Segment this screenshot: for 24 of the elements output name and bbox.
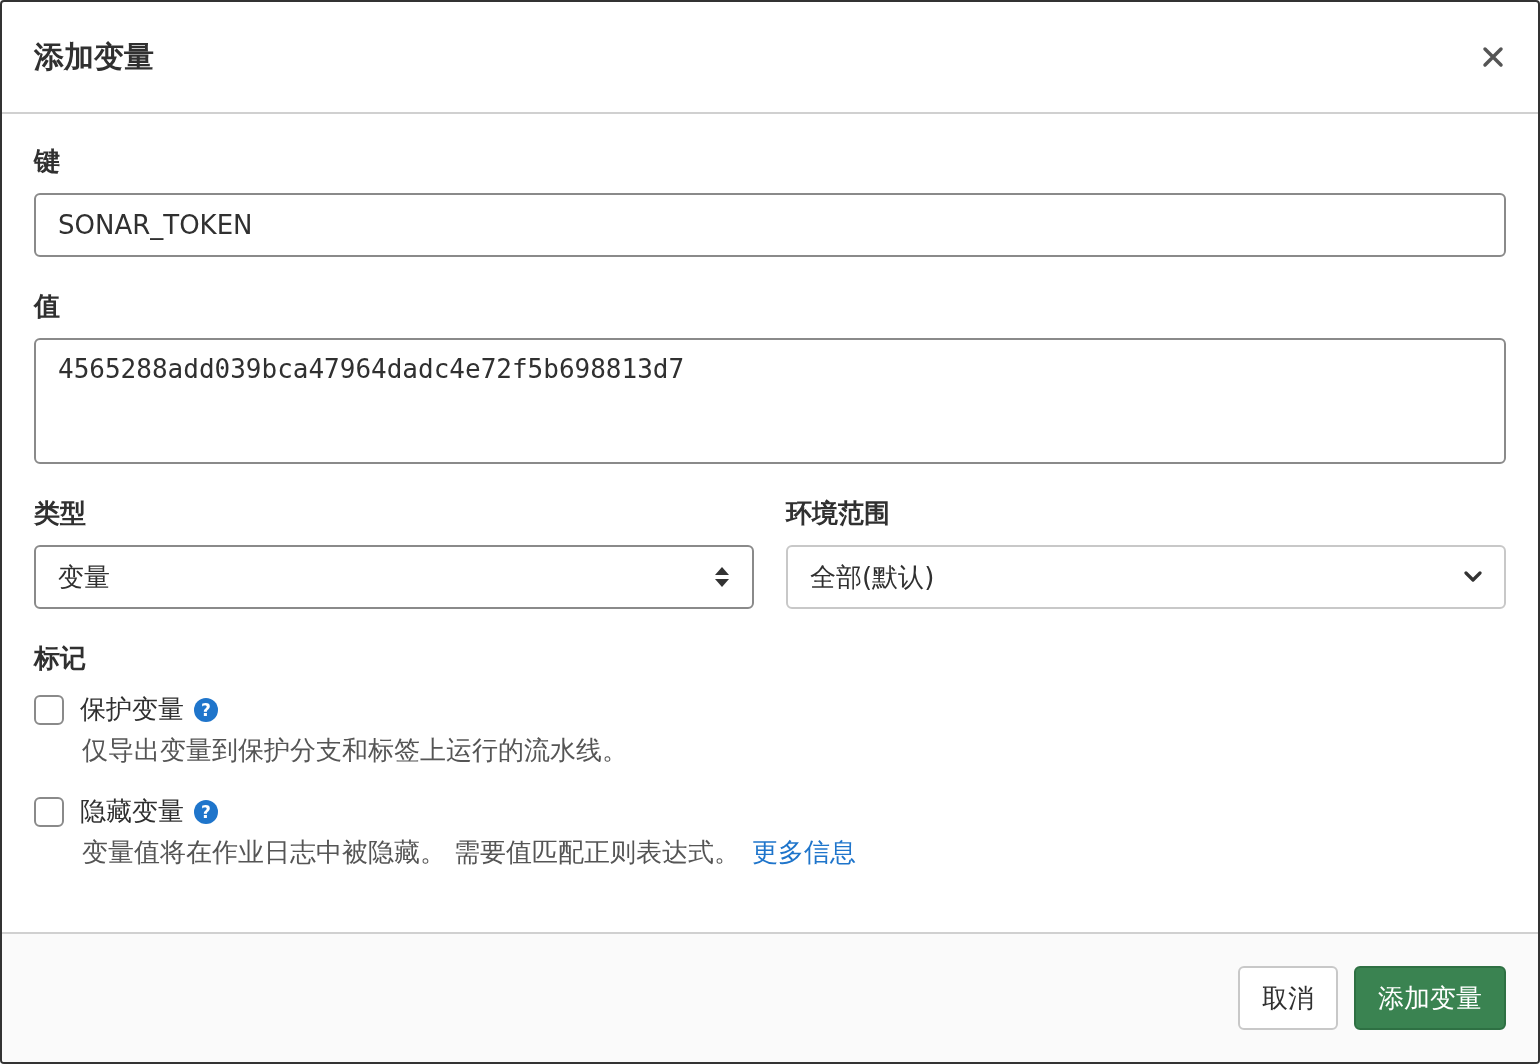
- type-select[interactable]: 变量: [34, 545, 754, 609]
- dialog-title: 添加变量: [34, 37, 154, 76]
- key-input-field[interactable]: SONAR_TOKEN: [34, 193, 1506, 257]
- help-text: 仅导出变量到保护分支和标签上运行的流水线。: [82, 734, 628, 767]
- field-label: 环境范围: [786, 497, 890, 530]
- help-text: 变量值将在作业日志中被隐藏。 需要值匹配正则表达式。: [82, 836, 741, 869]
- sort-arrows-icon: [714, 566, 730, 588]
- field-label: 键: [34, 145, 60, 178]
- checkbox-label: 保护变量: [80, 693, 184, 726]
- close-icon: [1482, 46, 1504, 68]
- help-icon[interactable]: ?: [194, 697, 218, 722]
- help-icon[interactable]: ?: [194, 799, 218, 824]
- field-label: 标记: [34, 642, 86, 675]
- checkbox[interactable]: [34, 694, 64, 725]
- cancel-button[interactable]: 取消: [1238, 966, 1338, 1030]
- field-label: 类型: [34, 497, 86, 530]
- environment-scope-dropdown[interactable]: 全部(默认): [786, 545, 1506, 609]
- checkbox[interactable]: [34, 796, 64, 827]
- checkbox-label: 隐藏变量: [80, 795, 184, 828]
- add-variable-button[interactable]: 添加变量: [1354, 966, 1506, 1030]
- value-text-area[interactable]: 4565288add039bca47964dadc4e72f5b698813d7: [34, 338, 1506, 464]
- chevron-down-icon: [1464, 571, 1482, 583]
- field-label: 值: [34, 290, 60, 323]
- more-info-link[interactable]: 更多信息: [752, 835, 857, 870]
